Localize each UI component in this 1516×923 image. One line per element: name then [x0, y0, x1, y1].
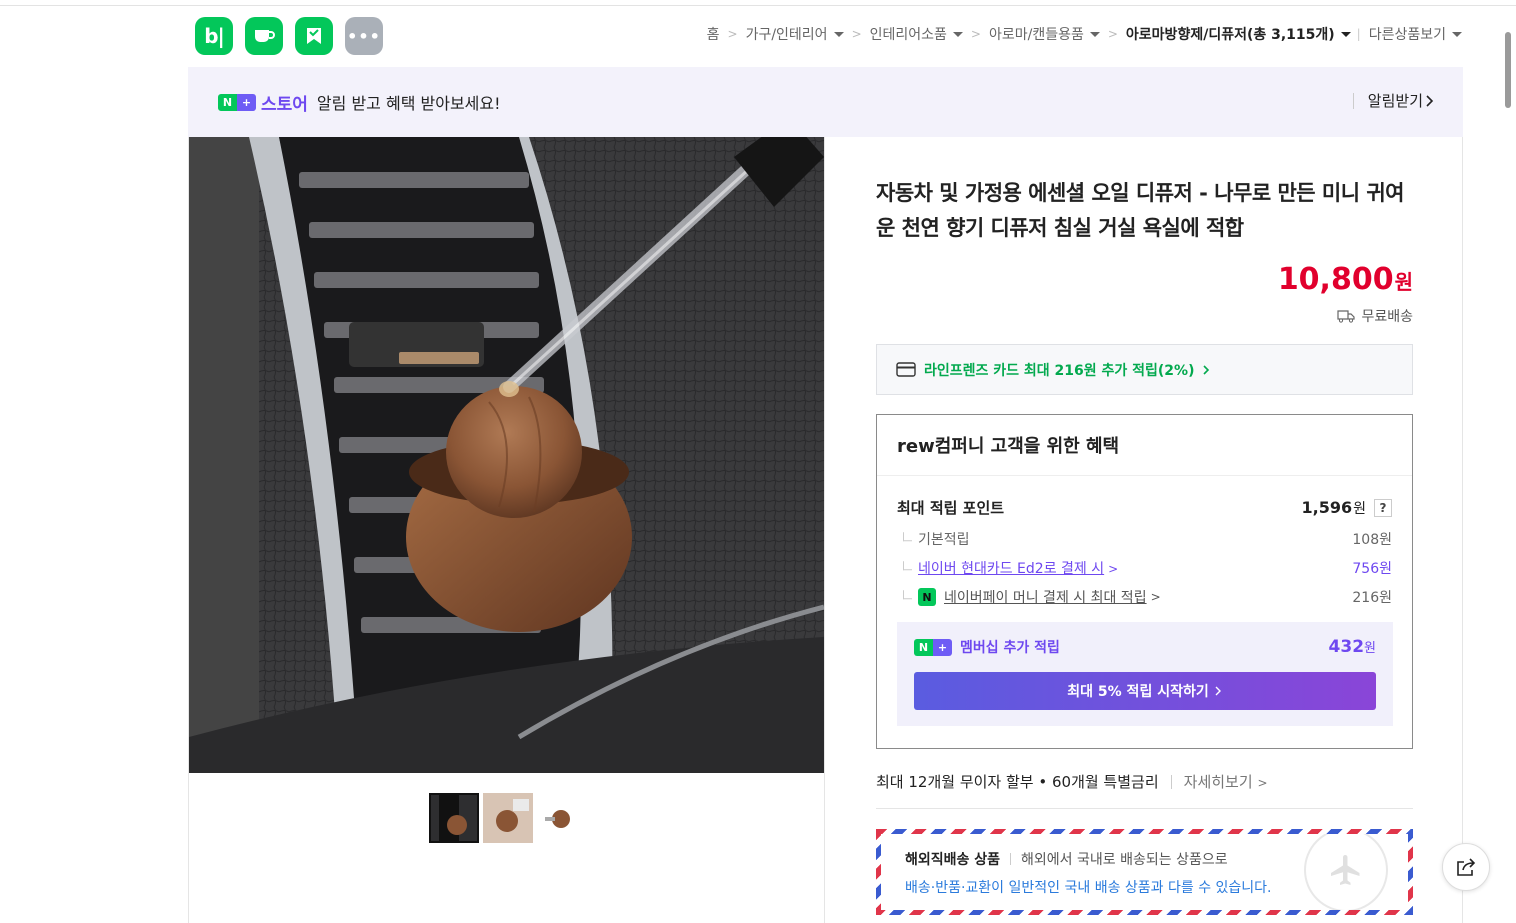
- chevron-right-icon: [1203, 364, 1210, 375]
- chevron-right-icon: >: [1150, 590, 1161, 604]
- thumbnail-2[interactable]: [483, 793, 533, 843]
- hyundai-card-value: 756원: [1352, 561, 1392, 577]
- frame-border: [1462, 137, 1463, 923]
- base-points-label: 기본적립: [897, 529, 970, 549]
- npay-money-link[interactable]: 네이버페이 머니 결제 시 최대 적립: [944, 587, 1147, 607]
- divider: [1352, 92, 1354, 109]
- installment-details-link[interactable]: 자세히보기 >: [1184, 771, 1268, 792]
- top-divider: [0, 5, 1516, 6]
- product-main-image[interactable]: [189, 137, 824, 773]
- breadcrumb-divider: |: [1356, 27, 1361, 41]
- card-icon: [896, 362, 916, 377]
- customer-benefit-box: rew컴퍼니 고객을 위한 혜택 최대 적립 포인트 1,596 원 ? 기본적립…: [876, 414, 1413, 749]
- membership-value: 432원: [1329, 637, 1376, 657]
- card-promo-link[interactable]: 라인프렌즈 카드 최대 216원 추가 적립(2%): [876, 344, 1413, 395]
- breadcrumb-aroma[interactable]: 아로마/캔들용품: [989, 24, 1100, 44]
- membership-label: N + 멤버십 추가 적립: [914, 637, 1060, 657]
- divider: [1170, 774, 1172, 789]
- caret-down-icon: [1340, 31, 1351, 37]
- pay-icon[interactable]: [295, 17, 333, 55]
- overseas-title: 해외직배송 상품: [905, 852, 1001, 868]
- thumbnail-1[interactable]: [429, 793, 479, 843]
- npay-icon: N: [918, 588, 936, 606]
- start-membership-button[interactable]: 최대 5% 적립 시작하기: [914, 672, 1376, 710]
- won-unit: 원: [1364, 641, 1376, 656]
- overseas-shipping-notice: 해외직배송 상품 해외에서 국내로 배송되는 상품으로 배송·반품·교환이 일반…: [876, 829, 1413, 915]
- more-icon[interactable]: •••: [345, 17, 383, 55]
- caret-down-icon: [1089, 31, 1100, 37]
- chevron-right-icon: [1215, 686, 1221, 696]
- breadcrumb: 홈 > 가구/인테리어 > 인테리어소품 > 아로마/캔들용품 > 아로마방향제…: [707, 24, 1462, 44]
- price-unit: 원: [1394, 270, 1413, 294]
- help-button[interactable]: ?: [1374, 498, 1392, 517]
- membership-amount: 432: [1328, 637, 1365, 657]
- overseas-notice-body: 해외직배송 상품 해외에서 국내로 배송되는 상품으로 배송·반품·교환이 일반…: [881, 834, 1408, 910]
- card-promo-text: 라인프렌즈 카드 최대 216원 추가 적립(2%): [924, 362, 1195, 379]
- membership-row: N + 멤버십 추가 적립 432원: [914, 637, 1376, 657]
- product-title: 자동차 및 가정용 에센셜 오일 디퓨저 - 나무로 만든 미니 귀여운 천연 …: [876, 181, 1405, 240]
- cafe-icon[interactable]: [245, 17, 283, 55]
- caret-down-icon: [952, 31, 963, 37]
- share-icon: [1457, 858, 1476, 876]
- share-button[interactable]: [1442, 843, 1490, 891]
- npay-money-value: 216원: [1352, 590, 1392, 606]
- breadcrumb-interior[interactable]: 인테리어소품: [870, 24, 963, 44]
- membership-panel: N + 멤버십 추가 적립 432원 최대 5% 적립 시작하기: [897, 622, 1393, 726]
- caret-down-icon: [1452, 31, 1462, 37]
- breadcrumb-separator: >: [727, 27, 738, 41]
- store-logo-text: 스토어: [261, 94, 308, 115]
- chevron-right-icon: >: [1108, 562, 1119, 576]
- membership-label-text: 멤버십 추가 적립: [960, 640, 1060, 656]
- breadcrumb-separator: >: [970, 27, 981, 41]
- divider: [1010, 853, 1012, 865]
- other-products-dropdown[interactable]: 다른상품보기: [1369, 24, 1462, 44]
- npay-money-item: N 네이버페이 머니 결제 시 최대 적립 >: [897, 587, 1161, 607]
- section-divider: [876, 808, 1413, 809]
- benefit-heading: rew컴퍼니 고객을 위한 혜택: [877, 415, 1412, 476]
- start-membership-label: 최대 5% 적립 시작하기: [1067, 684, 1209, 700]
- hyundai-card-row: 네이버 현대카드 Ed2로 결제 시 > 756원: [897, 558, 1392, 578]
- truck-icon: [1337, 310, 1356, 323]
- nplus-logo: N +: [914, 638, 952, 656]
- blog-icon[interactable]: b|: [195, 17, 233, 55]
- caret-down-icon: [833, 31, 844, 37]
- breadcrumb-separator: >: [851, 27, 862, 41]
- max-points-label: 최대 적립 포인트: [897, 499, 1005, 517]
- base-points-row: 기본적립 108원: [897, 529, 1392, 549]
- frame-border: [824, 137, 825, 923]
- page-scrollbar[interactable]: [1505, 32, 1511, 108]
- installment-text: 최대 12개월 무이자 할부 • 60개월 특별금리: [876, 773, 1159, 791]
- chevron-right-icon: [1426, 94, 1434, 107]
- thumbnail-list: [429, 793, 587, 843]
- hyundai-card-item: 네이버 현대카드 Ed2로 결제 시 >: [897, 558, 1118, 578]
- hyundai-card-link[interactable]: 네이버 현대카드 Ed2로 결제 시: [918, 561, 1104, 577]
- won-unit: 원: [1353, 500, 1366, 517]
- subscribe-alert-label: 알림받기: [1367, 92, 1423, 110]
- max-points-amount: 1,596: [1301, 498, 1353, 517]
- nplus-logo: N +: [218, 93, 256, 111]
- installment-details-label: 자세히보기: [1183, 773, 1253, 791]
- airplane-icon: [1304, 834, 1388, 910]
- chevron-right-icon: >: [1257, 776, 1268, 790]
- base-points-value: 108원: [1352, 532, 1392, 548]
- thumbnail-3[interactable]: [537, 793, 587, 843]
- price-value: 10,800: [1277, 262, 1394, 297]
- shipping-label: 무료배송: [1361, 309, 1413, 325]
- breadcrumb-home[interactable]: 홈: [707, 24, 720, 44]
- banner-message: 알림 받고 혜택 받아보세요!: [316, 94, 501, 113]
- store-alert-banner: N + 스토어 알림 받고 혜택 받아보세요! 알림받기: [188, 67, 1463, 137]
- breadcrumb-separator: >: [1107, 27, 1118, 41]
- product-price: 10,800 원: [1278, 262, 1413, 297]
- npay-money-row: N 네이버페이 머니 결제 시 최대 적립 > 216원: [897, 587, 1392, 607]
- overseas-description: 해외에서 국내로 배송되는 상품으로: [1021, 852, 1228, 868]
- subscribe-alert-button[interactable]: 알림받기: [1352, 90, 1435, 111]
- shipping-info: 무료배송: [1337, 306, 1413, 326]
- installment-info: 최대 12개월 무이자 할부 • 60개월 특별금리 자세히보기 >: [876, 771, 1268, 792]
- breadcrumb-furniture[interactable]: 가구/인테리어: [746, 24, 844, 44]
- max-points-value: 1,596 원 ?: [1301, 498, 1392, 518]
- max-points-row: 최대 적립 포인트 1,596 원 ?: [897, 497, 1392, 518]
- breadcrumb-current[interactable]: 아로마방향제/디퓨저(총 3,115개): [1126, 24, 1351, 44]
